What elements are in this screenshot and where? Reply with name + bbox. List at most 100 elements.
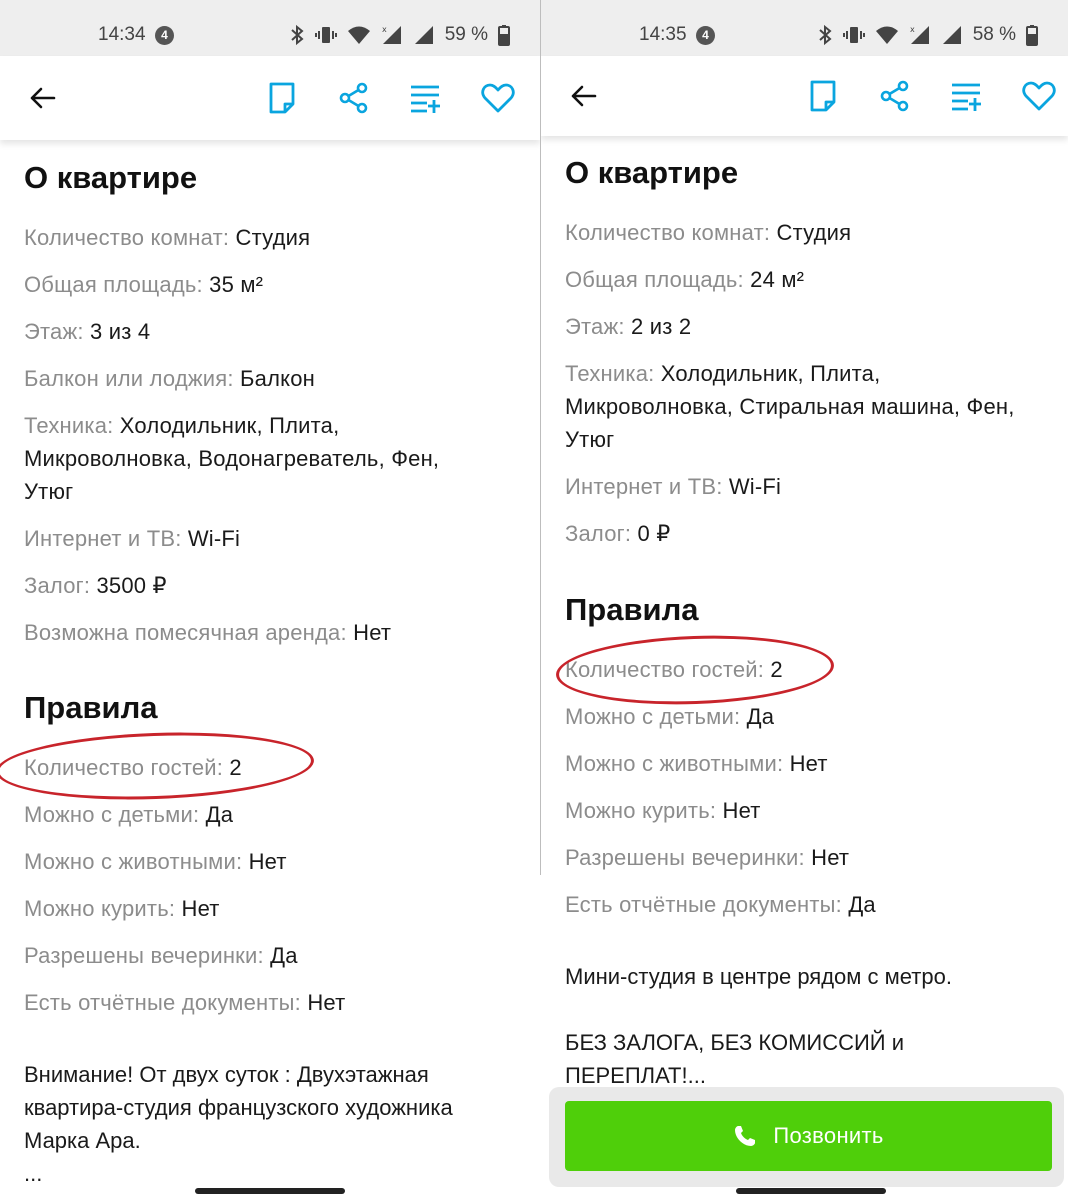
info-label: Есть отчётные документы: [24, 990, 301, 1015]
info-label: Можно с животными: [565, 751, 784, 776]
note-icon [269, 82, 295, 114]
section-title-rules: Правила [24, 690, 158, 725]
info-value: Да [848, 892, 876, 917]
info-label: Залог: [24, 573, 91, 598]
status-time: 14:34 [98, 24, 146, 45]
compare-list-icon [952, 83, 981, 111]
info-label: Залог: [565, 521, 632, 546]
signal-icon-2 [414, 26, 433, 44]
info-value: Wi-Fi [187, 526, 241, 551]
svg-text:x: x [382, 25, 387, 34]
info-value: Нет [789, 751, 828, 776]
info-label: Интернет и ТВ: [565, 474, 723, 499]
rule-row-children: Можно с детьми: Да [565, 700, 1058, 747]
info-row-area: Общая площадь: 24 м² [565, 263, 1058, 310]
info-label: Интернет и ТВ: [24, 526, 182, 551]
bluetooth-icon [291, 24, 304, 46]
rule-row-parties: Разрешены вечеринки: Нет [565, 841, 1058, 888]
description: Внимание! От двух суток : Двухэтажная кв… [24, 1058, 514, 1190]
vibrate-icon [842, 27, 865, 43]
info-label: Количество комнат: [565, 220, 771, 245]
info-value: Да [205, 802, 234, 827]
info-label: Можно с детьми: [565, 704, 741, 729]
signal-icon: x [910, 25, 929, 44]
info-value: Студия [235, 225, 311, 250]
phone-icon [735, 1126, 756, 1146]
heart-icon [481, 83, 515, 113]
note-button[interactable] [803, 76, 843, 116]
info-value: Нет [811, 845, 850, 870]
about-section: О квартире Количество комнат: Студия Общ… [24, 160, 530, 663]
arrow-left-icon [30, 87, 56, 109]
battery-level: 59 % [444, 24, 488, 45]
notification-count-badge: 4 [696, 26, 715, 45]
status-icons: x 59 % [289, 24, 510, 46]
status-bar: 14:34 4 x 59 % [0, 0, 540, 56]
back-button[interactable] [22, 78, 62, 118]
info-row-deposit: Залог: 0 ₽ [565, 517, 1058, 564]
status-icons: x 58 % [817, 24, 1038, 46]
info-row-floor: Этаж: 2 из 2 [565, 310, 1058, 357]
share-icon [339, 82, 368, 114]
call-button[interactable]: Позвонить [565, 1101, 1052, 1171]
info-row-area: Общая площадь: 35 м² [24, 268, 530, 315]
description-line-2: БЕЗ ЗАЛОГА, БЕЗ КОМИССИЙ и ПЕРЕПЛАТ!... [565, 1030, 905, 1088]
compare-button[interactable] [947, 76, 987, 116]
info-label: Разрешены вечеринки: [565, 845, 805, 870]
info-label: Балкон или лоджия: [24, 366, 234, 391]
description-more[interactable]: ... [24, 1157, 514, 1190]
info-value: 3 из 4 [90, 319, 151, 344]
rule-row-pets: Можно с животными: Нет [565, 747, 1058, 794]
description-line-1: Мини-студия в центре рядом с метро. [565, 964, 952, 989]
info-label: Этаж: [24, 319, 84, 344]
rule-row-documents: Есть отчётные документы: Нет [24, 986, 530, 1033]
share-button[interactable] [334, 78, 374, 118]
info-label: Этаж: [565, 314, 625, 339]
share-button[interactable] [875, 76, 915, 116]
info-value: Wi-Fi [728, 474, 782, 499]
rule-row-smoking: Можно курить: Нет [565, 794, 1058, 841]
status-bar: 14:35 4 x 58 % [541, 0, 1068, 56]
compare-button[interactable] [406, 78, 446, 118]
info-label: Общая площадь: [565, 267, 744, 292]
info-value: 3500 ₽ [96, 573, 167, 598]
home-indicator [736, 1188, 886, 1194]
info-row-appliances: Техника: Холодильник, Плита, Микроволнов… [565, 357, 1050, 456]
call-button-label: Позвонить [773, 1123, 884, 1148]
arrow-left-icon [571, 85, 597, 107]
favorite-button[interactable] [1019, 76, 1059, 116]
back-button[interactable] [563, 76, 603, 116]
vibrate-icon [314, 27, 337, 43]
info-value: Нет [307, 990, 346, 1015]
compare-list-icon [411, 85, 440, 113]
info-value: Да [746, 704, 775, 729]
info-label: Есть отчётные документы: [565, 892, 842, 917]
info-row-rooms: Количество комнат: Студия [24, 221, 530, 268]
battery-icon [1026, 25, 1038, 46]
info-value: Нет [353, 620, 392, 645]
info-value: 2 из 2 [631, 314, 692, 339]
info-row-internet: Интернет и ТВ: Wi-Fi [24, 522, 530, 569]
battery-icon [498, 25, 510, 46]
info-label: Количество комнат: [24, 225, 230, 250]
info-value: 0 ₽ [637, 521, 671, 546]
left-screen: 14:34 4 x 59 % О квартире Количество ком… [0, 0, 540, 1200]
info-label: Техника: [565, 361, 655, 386]
signal-icon: x [382, 25, 401, 44]
info-value: Нет [248, 849, 287, 874]
note-button[interactable] [262, 78, 302, 118]
info-label: Разрешены вечеринки: [24, 943, 264, 968]
info-value: Студия [776, 220, 852, 245]
info-row-appliances: Техника: Холодильник, Плита, Микроволнов… [24, 409, 494, 508]
section-title-about: О квартире [24, 160, 198, 195]
info-row-balcony: Балкон или лоджия: Балкон [24, 362, 530, 409]
favorite-button[interactable] [478, 78, 518, 118]
info-row-deposit: Залог: 3500 ₽ [24, 569, 530, 616]
note-icon [810, 80, 836, 112]
call-bar: Позвонить [549, 1087, 1064, 1187]
about-section: О квартире Количество комнат: Студия Общ… [565, 155, 1058, 564]
info-value: Балкон [240, 366, 315, 391]
app-bar [541, 56, 1068, 136]
description-text: Внимание! От двух суток : Двухэтажная кв… [24, 1062, 453, 1153]
section-title-rules: Правила [565, 592, 699, 627]
